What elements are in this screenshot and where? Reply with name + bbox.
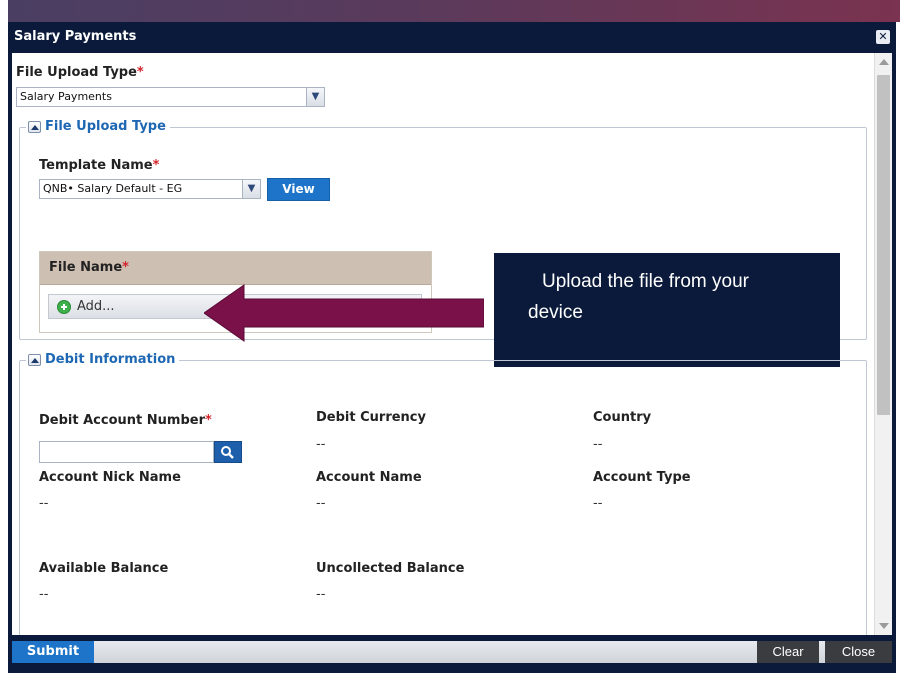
submit-button[interactable]: Submit xyxy=(12,641,94,663)
template-name-label: Template Name* xyxy=(39,158,159,173)
dialog-titlebar: Salary Payments ✕ xyxy=(8,22,896,53)
window-top-strip xyxy=(8,0,900,22)
view-button[interactable]: View xyxy=(267,178,330,201)
required-marker: * xyxy=(122,260,129,275)
dialog-title: Salary Payments xyxy=(14,29,137,44)
file-upload-type-label: File Upload Type* xyxy=(16,65,144,80)
vertical-scrollbar[interactable] xyxy=(874,53,892,635)
account-nick-name-label: Account Nick Name xyxy=(39,470,181,485)
available-balance-value: -- xyxy=(39,587,49,602)
file-upload-type-text: File Upload Type xyxy=(16,65,137,80)
required-marker: * xyxy=(204,413,212,428)
file-upload-type-value: Salary Payments xyxy=(20,90,112,103)
dialog-content: File Upload Type* Salary Payments ▼ File… xyxy=(12,53,874,635)
scrollbar-thumb[interactable] xyxy=(877,75,890,415)
footer-button-bar: Submit Clear Close xyxy=(12,641,892,663)
salary-payments-dialog: Salary Payments ✕ File Upload Type* Sala… xyxy=(8,22,896,673)
template-name-value: QNB• Salary Default - EG xyxy=(43,182,183,195)
debit-information-fieldset xyxy=(19,360,867,635)
debit-account-number-input[interactable] xyxy=(39,441,214,463)
country-value: -- xyxy=(593,437,603,452)
debit-section-title: Debit Information xyxy=(45,352,176,367)
upload-instruction-callout: Upload the file from your device xyxy=(494,253,840,367)
template-name-select[interactable]: QNB• Salary Default - EG ▼ xyxy=(39,179,261,199)
account-name-value: -- xyxy=(316,496,326,511)
collapse-icon[interactable] xyxy=(28,120,41,133)
uncollected-balance-label: Uncollected Balance xyxy=(316,561,465,576)
account-type-value: -- xyxy=(593,496,603,511)
template-name-text: Template Name xyxy=(39,158,153,173)
file-name-text: File Name xyxy=(49,260,123,275)
search-icon xyxy=(221,446,234,459)
account-name-label: Account Name xyxy=(316,470,422,485)
callout-line-1: Upload the file from your xyxy=(542,271,749,292)
scroll-down-icon[interactable] xyxy=(879,623,889,629)
country-label: Country xyxy=(593,410,652,425)
debit-account-number-text: Debit Account Number xyxy=(39,413,205,428)
debit-currency-label: Debit Currency xyxy=(316,410,426,425)
close-button[interactable]: Close xyxy=(825,641,892,663)
account-nick-name-value: -- xyxy=(39,496,49,511)
uncollected-balance-value: -- xyxy=(316,587,326,602)
add-icon xyxy=(57,300,71,314)
dialog-footer: Submit Clear Close xyxy=(8,635,896,673)
account-type-label: Account Type xyxy=(593,470,691,485)
required-marker: * xyxy=(136,65,144,80)
scroll-up-icon[interactable] xyxy=(879,59,889,65)
arrow-annotation-icon xyxy=(204,284,484,342)
file-upload-section-legend[interactable]: File Upload Type xyxy=(26,119,170,134)
chevron-down-icon[interactable]: ▼ xyxy=(306,88,324,106)
file-name-label: File Name* xyxy=(49,260,129,275)
available-balance-label: Available Balance xyxy=(39,561,169,576)
collapse-icon[interactable] xyxy=(28,353,41,366)
close-icon[interactable]: ✕ xyxy=(876,30,890,44)
clear-button[interactable]: Clear xyxy=(757,641,819,663)
file-name-header: File Name* xyxy=(40,252,431,285)
file-upload-section-title: File Upload Type xyxy=(45,119,166,134)
file-upload-type-select[interactable]: Salary Payments ▼ xyxy=(16,87,325,107)
debit-account-number-label: Debit Account Number* xyxy=(39,413,212,428)
debit-section-legend[interactable]: Debit Information xyxy=(26,352,180,367)
add-file-label: Add... xyxy=(77,299,115,314)
required-marker: * xyxy=(152,158,160,173)
callout-line-2: device xyxy=(528,302,583,323)
debit-currency-value: -- xyxy=(316,437,326,452)
search-button[interactable] xyxy=(214,441,242,463)
chevron-down-icon[interactable]: ▼ xyxy=(242,180,260,198)
